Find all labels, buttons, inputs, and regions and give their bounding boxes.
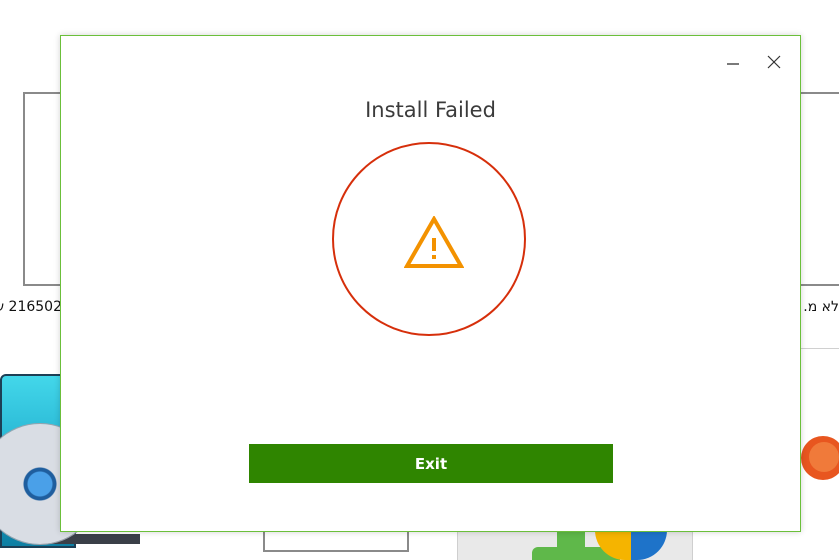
- background-label-right: לא מ.: [803, 299, 839, 315]
- background-label-left: 216502 שר: [0, 299, 62, 315]
- warning-triangle-icon: [404, 216, 464, 268]
- exit-button[interactable]: Exit: [249, 444, 613, 483]
- support-headset-icon: [797, 432, 839, 482]
- close-icon: [767, 55, 781, 69]
- background-divider: [800, 348, 839, 349]
- status-ring: [332, 142, 526, 336]
- install-failed-dialog: Install Failed Exit: [60, 35, 801, 532]
- minimize-button[interactable]: [721, 50, 745, 74]
- close-button[interactable]: [762, 50, 786, 74]
- dialog-title: Install Failed: [365, 98, 496, 122]
- minimize-icon: [727, 63, 739, 65]
